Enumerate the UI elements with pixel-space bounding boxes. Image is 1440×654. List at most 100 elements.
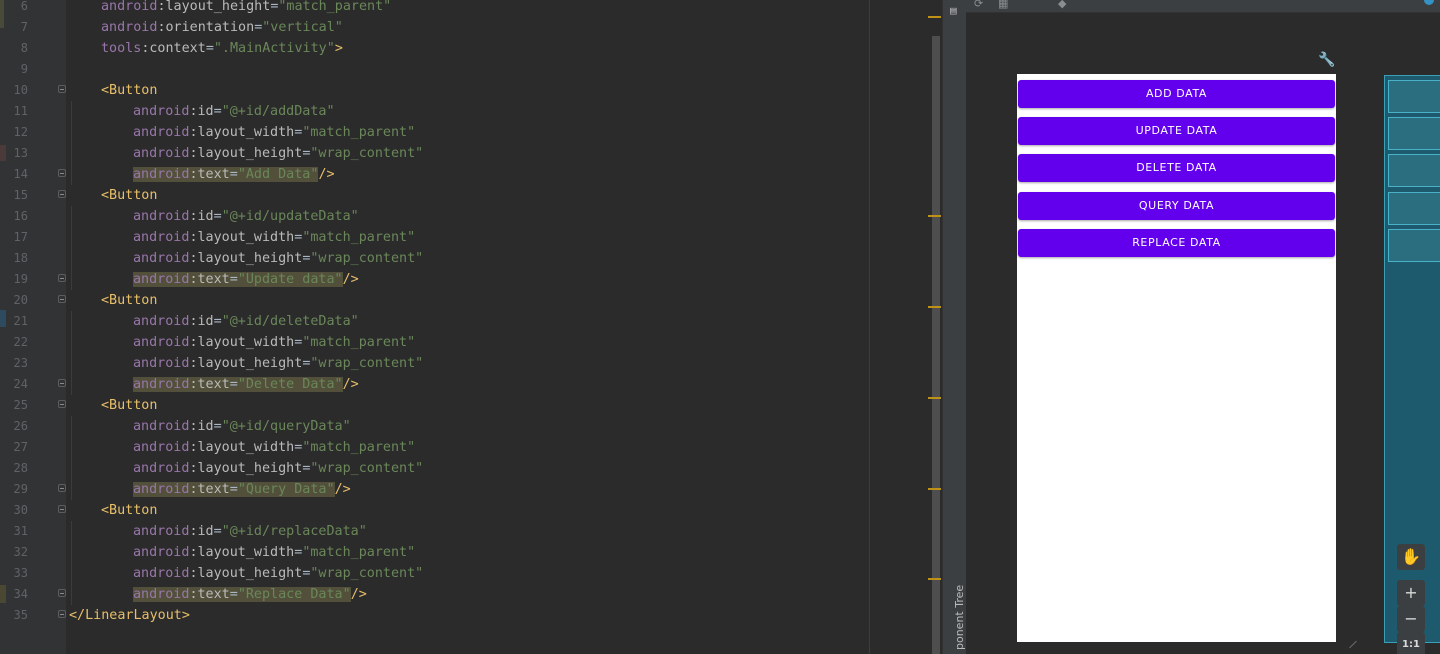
code-text: android:id="@+id/deleteData" bbox=[133, 314, 359, 329]
warning-stripe-marker[interactable] bbox=[928, 488, 941, 490]
blueprint-button[interactable] bbox=[1388, 117, 1440, 151]
fold-toggle-icon[interactable] bbox=[58, 589, 66, 597]
code-text: android:layout_height="wrap_content" bbox=[133, 461, 424, 476]
code-line[interactable]: 18 android:layout_height="wrap_content" bbox=[0, 248, 942, 269]
fold-toggle-icon[interactable] bbox=[58, 295, 66, 303]
line-number: 27 bbox=[13, 440, 28, 454]
code-line[interactable]: 16 android:id="@+id/updateData" bbox=[0, 206, 942, 227]
fold-toggle-icon[interactable] bbox=[58, 169, 66, 177]
warning-stripe-marker[interactable] bbox=[928, 306, 941, 308]
code-line[interactable]: 6 android:layout_height="match_parent" bbox=[0, 0, 942, 17]
resize-handle[interactable] bbox=[1349, 640, 1357, 649]
code-text: android:text="Delete Data"/> bbox=[133, 377, 359, 392]
code-line[interactable]: 8 tools:context=".MainActivity"> bbox=[0, 38, 942, 59]
preview-button[interactable]: REPLACE DATA bbox=[1018, 228, 1335, 257]
code-line[interactable]: 23 android:layout_height="wrap_content" bbox=[0, 353, 942, 374]
code-line[interactable]: 9 bbox=[0, 59, 942, 80]
line-number: 34 bbox=[13, 587, 28, 601]
line-number: 11 bbox=[13, 104, 28, 118]
code-text: <Button bbox=[101, 188, 158, 203]
code-text: android:text="Update data"/> bbox=[133, 272, 359, 287]
warning-stripe-marker[interactable] bbox=[928, 16, 941, 18]
code-line[interactable]: 34 android:text="Replace Data"/> bbox=[0, 584, 942, 605]
blueprint-button[interactable] bbox=[1388, 228, 1440, 262]
code-text: android:layout_width="match_parent" bbox=[133, 335, 416, 350]
code-line[interactable]: 32 android:layout_width="match_parent" bbox=[0, 542, 942, 563]
line-number: 26 bbox=[13, 419, 28, 433]
line-number: 35 bbox=[13, 608, 28, 622]
code-line[interactable]: 26 android:id="@+id/queryData" bbox=[0, 416, 942, 437]
line-number: 6 bbox=[20, 0, 28, 13]
zoom-out-button[interactable]: − bbox=[1397, 606, 1425, 632]
code-line[interactable]: 21 android:id="@+id/deleteData" bbox=[0, 311, 942, 332]
blueprint-button[interactable] bbox=[1388, 80, 1440, 113]
code-text: <Button bbox=[101, 503, 158, 518]
device-preview[interactable]: ADD DATA UPDATE DATA DELETE DATA QUERY DATA… bbox=[1017, 74, 1336, 642]
blueprint-button[interactable] bbox=[1388, 191, 1440, 225]
code-line[interactable]: 29 android:text="Query Data"/> bbox=[0, 479, 942, 500]
code-line[interactable]: 15 <Button bbox=[0, 185, 942, 206]
code-text: android:text="Add Data"/> bbox=[133, 167, 335, 182]
code-line[interactable]: 24 android:text="Delete Data"/> bbox=[0, 374, 942, 395]
code-line[interactable]: 22 android:layout_width="match_parent" bbox=[0, 332, 942, 353]
fold-toggle-icon[interactable] bbox=[58, 379, 66, 387]
line-number: 24 bbox=[13, 377, 28, 391]
layout-designer[interactable]: ⟳ ▦ ◆ 🔧 ADD DATA UPDATE DATA DELETE DATA QU… bbox=[966, 0, 1440, 654]
code-text: android:id="@+id/replaceData" bbox=[133, 524, 367, 539]
code-line[interactable]: 19 android:text="Update data"/> bbox=[0, 269, 942, 290]
code-text: <Button bbox=[101, 398, 158, 413]
fold-toggle-icon[interactable] bbox=[58, 274, 66, 282]
code-line[interactable]: 31 android:id="@+id/replaceData" bbox=[0, 521, 942, 542]
component-tree-tab[interactable]: ponent Tree bbox=[953, 585, 966, 650]
line-number: 9 bbox=[20, 62, 28, 76]
code-text: android:layout_height="wrap_content" bbox=[133, 146, 424, 161]
preview-button[interactable]: UPDATE DATA bbox=[1018, 117, 1335, 146]
code-line[interactable]: 17 android:layout_width="match_parent" bbox=[0, 227, 942, 248]
pan-hand-icon[interactable]: ✋ bbox=[1397, 544, 1425, 570]
code-line[interactable]: 30 <Button bbox=[0, 500, 942, 521]
preview-button[interactable]: QUERY DATA bbox=[1018, 191, 1335, 220]
side-tool-bar: ▤ ponent Tree bbox=[942, 0, 966, 654]
code-line[interactable]: 11 android:id="@+id/addData" bbox=[0, 101, 942, 122]
code-line[interactable]: 27 android:layout_width="match_parent" bbox=[0, 437, 942, 458]
code-line[interactable]: 14 android:text="Add Data"/> bbox=[0, 164, 942, 185]
wrench-icon[interactable]: 🔧 bbox=[1318, 52, 1335, 68]
line-number: 19 bbox=[13, 272, 28, 286]
line-number: 33 bbox=[13, 566, 28, 580]
editor-scrollbar-thumb[interactable] bbox=[932, 36, 940, 654]
zoom-in-button[interactable]: + bbox=[1397, 580, 1425, 606]
code-line[interactable]: 35 </LinearLayout> bbox=[0, 605, 942, 626]
warning-stripe-marker[interactable] bbox=[928, 578, 941, 580]
code-line[interactable]: 10 <Button bbox=[0, 80, 942, 101]
code-text: <Button bbox=[101, 83, 158, 98]
fold-toggle-icon[interactable] bbox=[58, 85, 66, 93]
zoom-actual-size-button[interactable]: 1:1 bbox=[1397, 632, 1425, 654]
warning-stripe-marker[interactable] bbox=[928, 215, 941, 217]
code-line[interactable]: 28 android:layout_height="wrap_content" bbox=[0, 458, 942, 479]
code-line[interactable]: 20 <Button bbox=[0, 290, 942, 311]
device-icon[interactable]: ▦ bbox=[998, 0, 1008, 10]
preview-button[interactable]: ADD DATA bbox=[1018, 80, 1335, 108]
api-level-icon[interactable]: ◆ bbox=[1058, 0, 1066, 10]
line-number: 31 bbox=[13, 524, 28, 538]
blueprint-button[interactable] bbox=[1388, 154, 1440, 188]
palette-icon[interactable]: ▤ bbox=[950, 4, 960, 18]
fold-toggle-icon[interactable] bbox=[58, 190, 66, 198]
orientation-icon[interactable]: ⟳ bbox=[974, 0, 983, 10]
warning-stripe-marker[interactable] bbox=[928, 397, 941, 399]
line-number: 14 bbox=[13, 167, 28, 181]
code-text: android:id="@+id/queryData" bbox=[133, 419, 351, 434]
code-line[interactable]: 12 android:layout_width="match_parent" bbox=[0, 122, 942, 143]
code-line[interactable]: 7 android:orientation="vertical" bbox=[0, 17, 942, 38]
code-text: android:layout_width="match_parent" bbox=[133, 230, 416, 245]
fold-toggle-icon[interactable] bbox=[58, 400, 66, 408]
code-editor[interactable]: 6 android:layout_height="match_parent" 7 an… bbox=[0, 0, 942, 654]
code-line[interactable]: 33 android:layout_height="wrap_content" bbox=[0, 563, 942, 584]
preview-button[interactable]: DELETE DATA bbox=[1018, 154, 1335, 183]
code-line[interactable]: 13 android:layout_height="wrap_content" bbox=[0, 143, 942, 164]
fold-toggle-icon[interactable] bbox=[58, 610, 66, 618]
fold-toggle-icon[interactable] bbox=[58, 484, 66, 492]
fold-toggle-icon[interactable] bbox=[58, 505, 66, 513]
line-number: 23 bbox=[13, 356, 28, 370]
code-line[interactable]: 25 <Button bbox=[0, 395, 942, 416]
